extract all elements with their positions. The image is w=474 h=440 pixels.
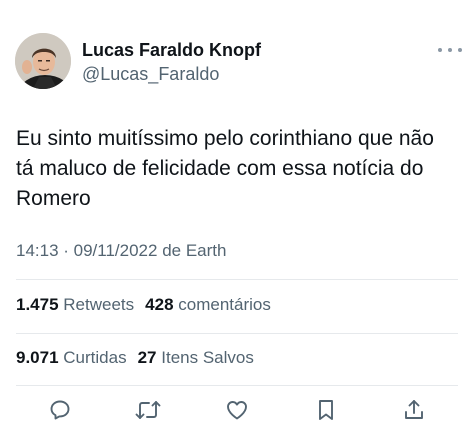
avatar-photo: [15, 33, 71, 89]
tweet-text-line: Eu sinto muitíssimo pelo corinthiano que…: [16, 127, 434, 150]
comments-stat[interactable]: 428 comentários: [145, 295, 271, 314]
likes-stat[interactable]: 9.071 Curtidas: [16, 348, 127, 367]
author-display-name[interactable]: Lucas Faraldo Knopf: [82, 40, 261, 61]
more-dots-icon[interactable]: [438, 44, 462, 56]
retweets-stat[interactable]: 1.475 Retweets: [16, 295, 134, 314]
saved-label: Itens Salvos: [161, 348, 254, 367]
tweet-card: Lucas Faraldo Knopf @Lucas_Faraldo Eu si…: [0, 0, 474, 440]
reply-icon[interactable]: [46, 396, 74, 424]
comments-count: 428: [145, 295, 174, 314]
likes-label: Curtidas: [63, 348, 127, 367]
avatar[interactable]: [15, 33, 71, 89]
tweet-timestamp[interactable]: 14:13 · 09/11/2022 de Earth: [16, 241, 226, 261]
author-handle[interactable]: @Lucas_Faraldo: [82, 64, 219, 85]
tweet-text-line: Romero: [16, 187, 91, 210]
retweets-label: Retweets: [63, 295, 135, 314]
stats-row-engagement: 1.475 Retweets 428 comentários: [16, 295, 271, 315]
tweet-text-line: tá maluco de felicidade com essa notícia…: [16, 157, 424, 180]
stats-row-likes: 9.071 Curtidas 27 Itens Salvos: [16, 348, 254, 368]
retweets-count: 1.475: [16, 295, 59, 314]
likes-count: 9.071: [16, 348, 59, 367]
divider: [16, 279, 458, 280]
dot: [438, 48, 442, 52]
heart-icon[interactable]: [223, 396, 251, 424]
retweet-icon[interactable]: [134, 396, 162, 424]
divider: [16, 385, 458, 386]
comments-label: comentários: [178, 295, 271, 314]
dot: [448, 48, 452, 52]
share-icon[interactable]: [400, 396, 428, 424]
action-bar: [0, 396, 474, 426]
bookmark-icon[interactable]: [312, 396, 340, 424]
dot: [458, 48, 462, 52]
divider: [16, 333, 458, 334]
saved-stat[interactable]: 27 Itens Salvos: [138, 348, 254, 367]
tweet-text: Eu sinto muitíssimo pelo corinthiano que…: [16, 124, 464, 214]
saved-count: 27: [137, 348, 157, 367]
